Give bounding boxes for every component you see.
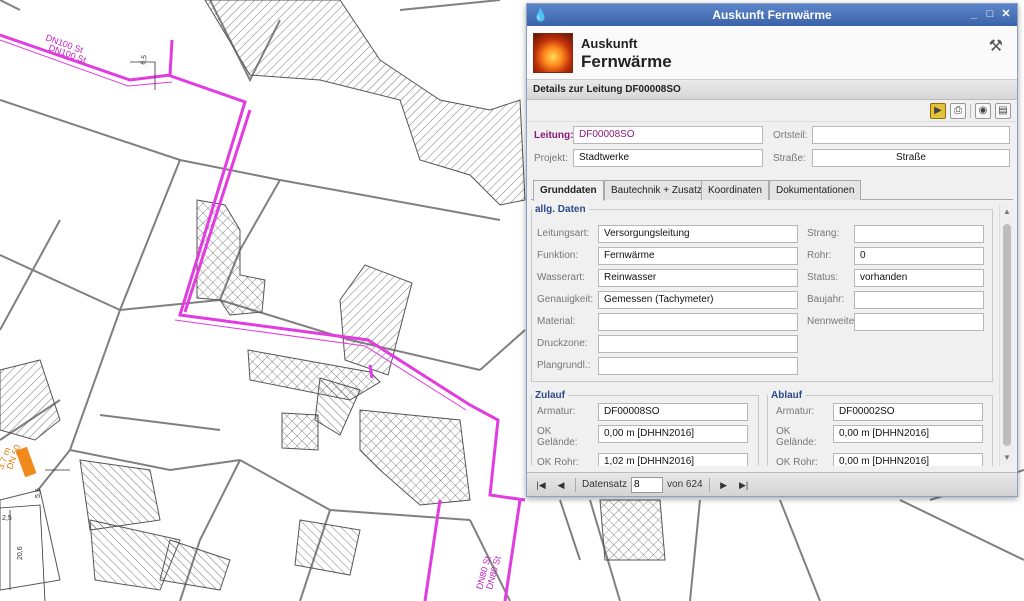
zulauf-ok-rohr-label: OK Rohr: (537, 457, 579, 466)
leitungsart-label: Leitungsart: (537, 228, 590, 239)
ablauf-ok-rohr-field[interactable]: 0,00 m [DHHN2016] (833, 453, 983, 466)
next-record-icon[interactable]: ▶ (716, 477, 732, 493)
record-total-label: von 624 (667, 479, 703, 490)
tab-dokumentationen[interactable]: Dokumentationen (769, 180, 862, 200)
ortsteil-field[interactable] (812, 126, 1010, 144)
datensatz-label: Datensatz (582, 479, 628, 490)
binoculars-icon[interactable]: ◉ (975, 102, 991, 119)
tab-bautechnik[interactable]: Bautechnik + Zusatz (604, 180, 709, 200)
plangrundl-label: Plangrundl.: (537, 360, 591, 371)
ablauf-ok-gelaende-field[interactable]: 0,00 m [DHHN2016] (833, 425, 983, 443)
genauigkeit-field[interactable]: Gemessen (Tachymeter) (598, 291, 798, 309)
ablauf-ok-gelaende-label: OK Gelände: (776, 426, 817, 448)
ortsteil-label: Ortsteil: (773, 130, 808, 141)
window-header: Auskunft Fernwärme ⚒ (527, 26, 1017, 80)
zulauf-ok-rohr-field[interactable]: 1,02 m [DHHN2016] (598, 453, 748, 466)
window-titlebar[interactable]: 💧 Auskunft Fernwärme _ □ ✕ (527, 4, 1017, 26)
projekt-field[interactable]: Stadtwerke (573, 149, 763, 167)
close-button[interactable]: ✕ (999, 7, 1013, 21)
window-title: Auskunft Fernwärme (712, 8, 832, 22)
strasse-field[interactable]: Straße (812, 149, 1010, 167)
projekt-label: Projekt: (534, 153, 568, 164)
material-label: Material: (537, 316, 576, 327)
rohr-field[interactable]: 0 (854, 247, 984, 265)
rohr-label: Rohr: (807, 250, 832, 261)
ablauf-armatur-label: Armatur: (776, 406, 815, 417)
strasse-label: Straße: (773, 153, 806, 164)
leitungsart-field[interactable]: Versorgungsleitung (598, 225, 798, 243)
svg-text:2,5: 2,5 (2, 515, 12, 522)
document-icon[interactable]: ▤ (995, 102, 1011, 119)
funktion-field[interactable]: Fernwärme (598, 247, 798, 265)
zulauf-legend: Zulauf (535, 390, 565, 401)
plangrundl-field[interactable] (598, 357, 798, 375)
wasserart-label: Wasserart: (537, 272, 585, 283)
export-icon[interactable]: ▶ (930, 102, 946, 119)
tab-koordinaten[interactable]: Koordinaten (701, 180, 769, 200)
strang-field[interactable] (854, 225, 984, 243)
status-field[interactable]: vorhanden (854, 269, 984, 287)
svg-text:5,5: 5,5 (35, 488, 42, 498)
vertical-scrollbar[interactable]: ▲ ▼ (999, 204, 1013, 466)
leitung-field[interactable]: DF00008SO (573, 126, 763, 144)
zulauf-armatur-field[interactable]: DF00008SO (598, 403, 748, 421)
ablauf-legend: Ablauf (771, 390, 803, 401)
wasserart-field[interactable]: Reinwasser (598, 269, 798, 287)
zulauf-armatur-label: Armatur: (537, 406, 576, 417)
record-number-input[interactable] (631, 476, 664, 493)
baujahr-label: Baujahr: (807, 294, 845, 305)
toolbar: ▶ ⎙ ◉ ▤ (527, 100, 1017, 122)
scroll-up-icon[interactable]: ▲ (1000, 206, 1014, 218)
header-title-line1: Auskunft (581, 36, 638, 51)
svg-text:20,6: 20,6 (17, 546, 24, 560)
druckzone-label: Druckzone: (537, 338, 588, 349)
zulauf-ok-gelaende-label: OK Gelände: (537, 426, 578, 448)
header-title-line2: Fernwärme (581, 52, 672, 71)
tab-bar: Grunddaten Bautechnik + Zusatz Koordinat… (531, 180, 1013, 201)
ablauf-armatur-field[interactable]: DF00002SO (833, 403, 983, 421)
fire-logo-icon (533, 33, 573, 73)
scroll-thumb[interactable] (1003, 224, 1011, 446)
nennweite-field[interactable] (854, 313, 984, 331)
druckzone-field[interactable] (598, 335, 798, 353)
first-record-icon[interactable]: |◀ (533, 477, 549, 493)
scroll-down-icon[interactable]: ▼ (1000, 452, 1014, 464)
ablauf-ok-rohr-label: OK Rohr: (776, 457, 818, 466)
prev-record-icon[interactable]: ◀ (553, 477, 569, 493)
baujahr-field[interactable] (854, 291, 984, 309)
strang-label: Strang: (807, 228, 840, 239)
print-icon[interactable]: ⎙ (950, 102, 966, 119)
last-record-icon[interactable]: ▶| (736, 477, 752, 493)
genauigkeit-label: Genauigkeit: (537, 294, 594, 305)
app-flame-icon: 💧 (533, 8, 548, 22)
status-label: Status: (807, 272, 839, 283)
grunddaten-panel: allg. Daten Leitungsart: Versorgungsleit… (531, 204, 997, 466)
allg-daten-legend: allg. Daten (535, 204, 586, 215)
maximize-button[interactable]: □ (983, 7, 997, 21)
zulauf-ok-gelaende-field[interactable]: 0,00 m [DHHN2016] (598, 425, 748, 443)
tab-grunddaten[interactable]: Grunddaten (533, 180, 604, 201)
minimize-button[interactable]: _ (967, 7, 981, 21)
funktion-label: Funktion: (537, 250, 579, 261)
auskunft-window[interactable]: 💧 Auskunft Fernwärme _ □ ✕ Auskunft Fern… (526, 3, 1018, 497)
details-title: Details zur Leitung DF00008SO (527, 80, 1017, 100)
record-navigator: |◀ ◀ Datensatz von 624 ▶ ▶| (527, 472, 1017, 496)
tools-icon[interactable]: ⚒ (989, 36, 1003, 56)
leitung-label: Leitung: (534, 130, 574, 141)
material-field[interactable] (598, 313, 798, 331)
nennweite-label: Nennweite: (807, 316, 858, 327)
